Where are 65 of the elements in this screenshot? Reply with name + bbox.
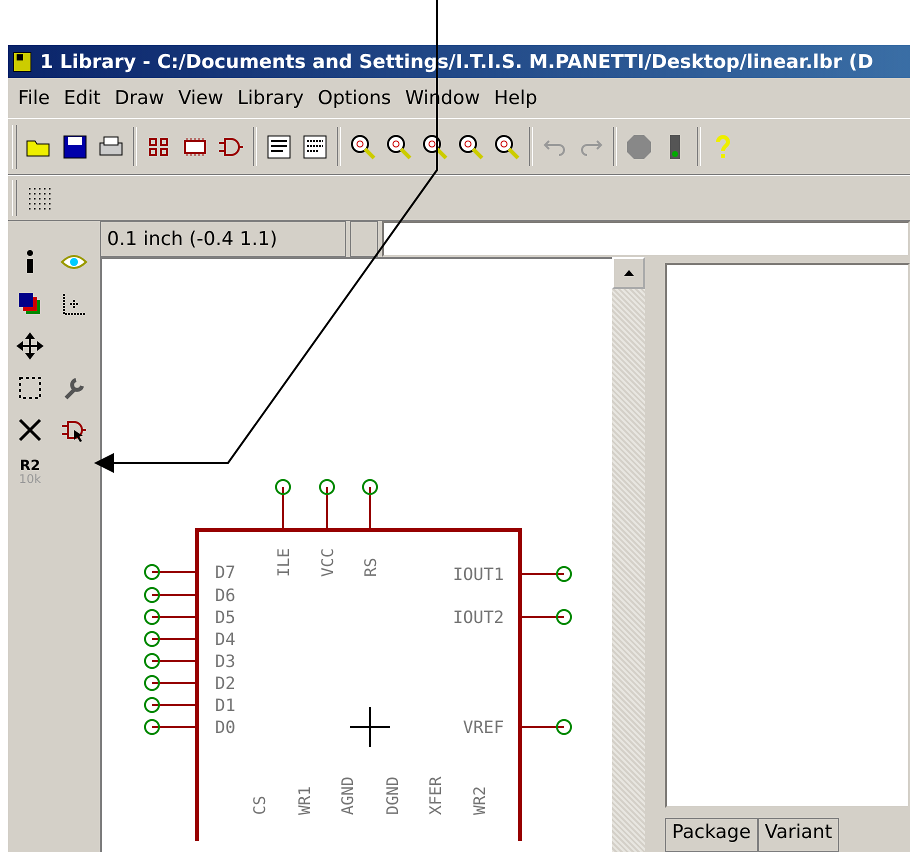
- pin-label: D1: [215, 696, 236, 716]
- pin: [144, 697, 197, 713]
- menu-item[interactable]: File: [18, 87, 50, 109]
- drawing-canvas[interactable]: D7 D6 D5 D4 D3 D2 D1 D0 IOUT1 IOUT2 VREF ILE VCC RS CS WR1 AGND DGND XFER WR2: [100, 257, 612, 852]
- delete-icon[interactable]: [16, 416, 44, 444]
- pin-label: D4: [215, 630, 236, 650]
- pin-label: XFER: [426, 776, 445, 815]
- select-group-icon[interactable]: [16, 374, 44, 402]
- command-field[interactable]: [382, 221, 910, 257]
- pin-label: D0: [215, 718, 236, 738]
- pin: [144, 719, 197, 735]
- pin: [144, 587, 197, 603]
- pin-label: IOUT1: [452, 565, 504, 585]
- pin-label: ILE: [274, 548, 293, 577]
- move-icon[interactable]: [16, 332, 44, 360]
- menu-item[interactable]: Help: [494, 87, 538, 109]
- pin: [144, 631, 197, 647]
- scroll-up-button[interactable]: [612, 257, 645, 289]
- menu-item[interactable]: Draw: [114, 87, 164, 109]
- ulp-icon[interactable]: [301, 132, 329, 160]
- zoom-out-icon[interactable]: [421, 132, 449, 160]
- pin-label: D3: [215, 652, 236, 672]
- pin: [275, 479, 291, 530]
- tab[interactable]: Variant: [758, 818, 840, 852]
- coordinate-field[interactable]: 0.1 inch (-0.4 1.1): [100, 221, 346, 257]
- pin-label: VREF: [463, 718, 504, 738]
- pin-label: D5: [215, 608, 236, 628]
- pin: [144, 609, 197, 625]
- pin-label: D6: [215, 586, 236, 606]
- zoom-select-icon[interactable]: [493, 132, 521, 160]
- origin-cross: [349, 706, 391, 748]
- pin-label: IOUT2: [452, 608, 504, 628]
- pin-label: VCC: [318, 548, 337, 577]
- tool-label: R2: [20, 459, 40, 473]
- menu-item[interactable]: Edit: [64, 87, 101, 109]
- pin-label: CS: [250, 796, 269, 815]
- pin: [319, 479, 335, 530]
- pin-label: D2: [215, 674, 236, 694]
- pin: [144, 653, 197, 669]
- menu-item[interactable]: Options: [318, 87, 392, 109]
- save-icon[interactable]: [61, 132, 89, 160]
- scrollbar[interactable]: [612, 257, 645, 852]
- pin: [362, 479, 378, 530]
- pin: [520, 609, 572, 625]
- pin: [520, 719, 572, 735]
- tab[interactable]: Package: [665, 818, 758, 852]
- pin-label: WR1: [295, 786, 314, 815]
- pin: [144, 564, 197, 580]
- up-arrow-icon: [624, 270, 634, 276]
- value-tool-button[interactable]: R2 10k: [18, 459, 42, 485]
- pin-label: DGND: [383, 776, 402, 815]
- pin: [520, 566, 572, 582]
- zoom-fit-icon[interactable]: [349, 132, 377, 160]
- pin: [144, 675, 197, 691]
- status-field: [350, 221, 378, 257]
- pin-label: RS: [361, 558, 380, 577]
- pin-label: AGND: [338, 776, 357, 815]
- zoom-in-icon[interactable]: [385, 132, 413, 160]
- menu-item[interactable]: Library: [237, 87, 304, 109]
- pin-label: WR2: [470, 786, 489, 815]
- pin-label: D7: [215, 563, 236, 583]
- tool-value: 10k: [18, 473, 42, 485]
- script-icon[interactable]: [265, 132, 293, 160]
- menu-item[interactable]: View: [178, 87, 224, 109]
- zoom-redraw-icon[interactable]: [457, 132, 485, 160]
